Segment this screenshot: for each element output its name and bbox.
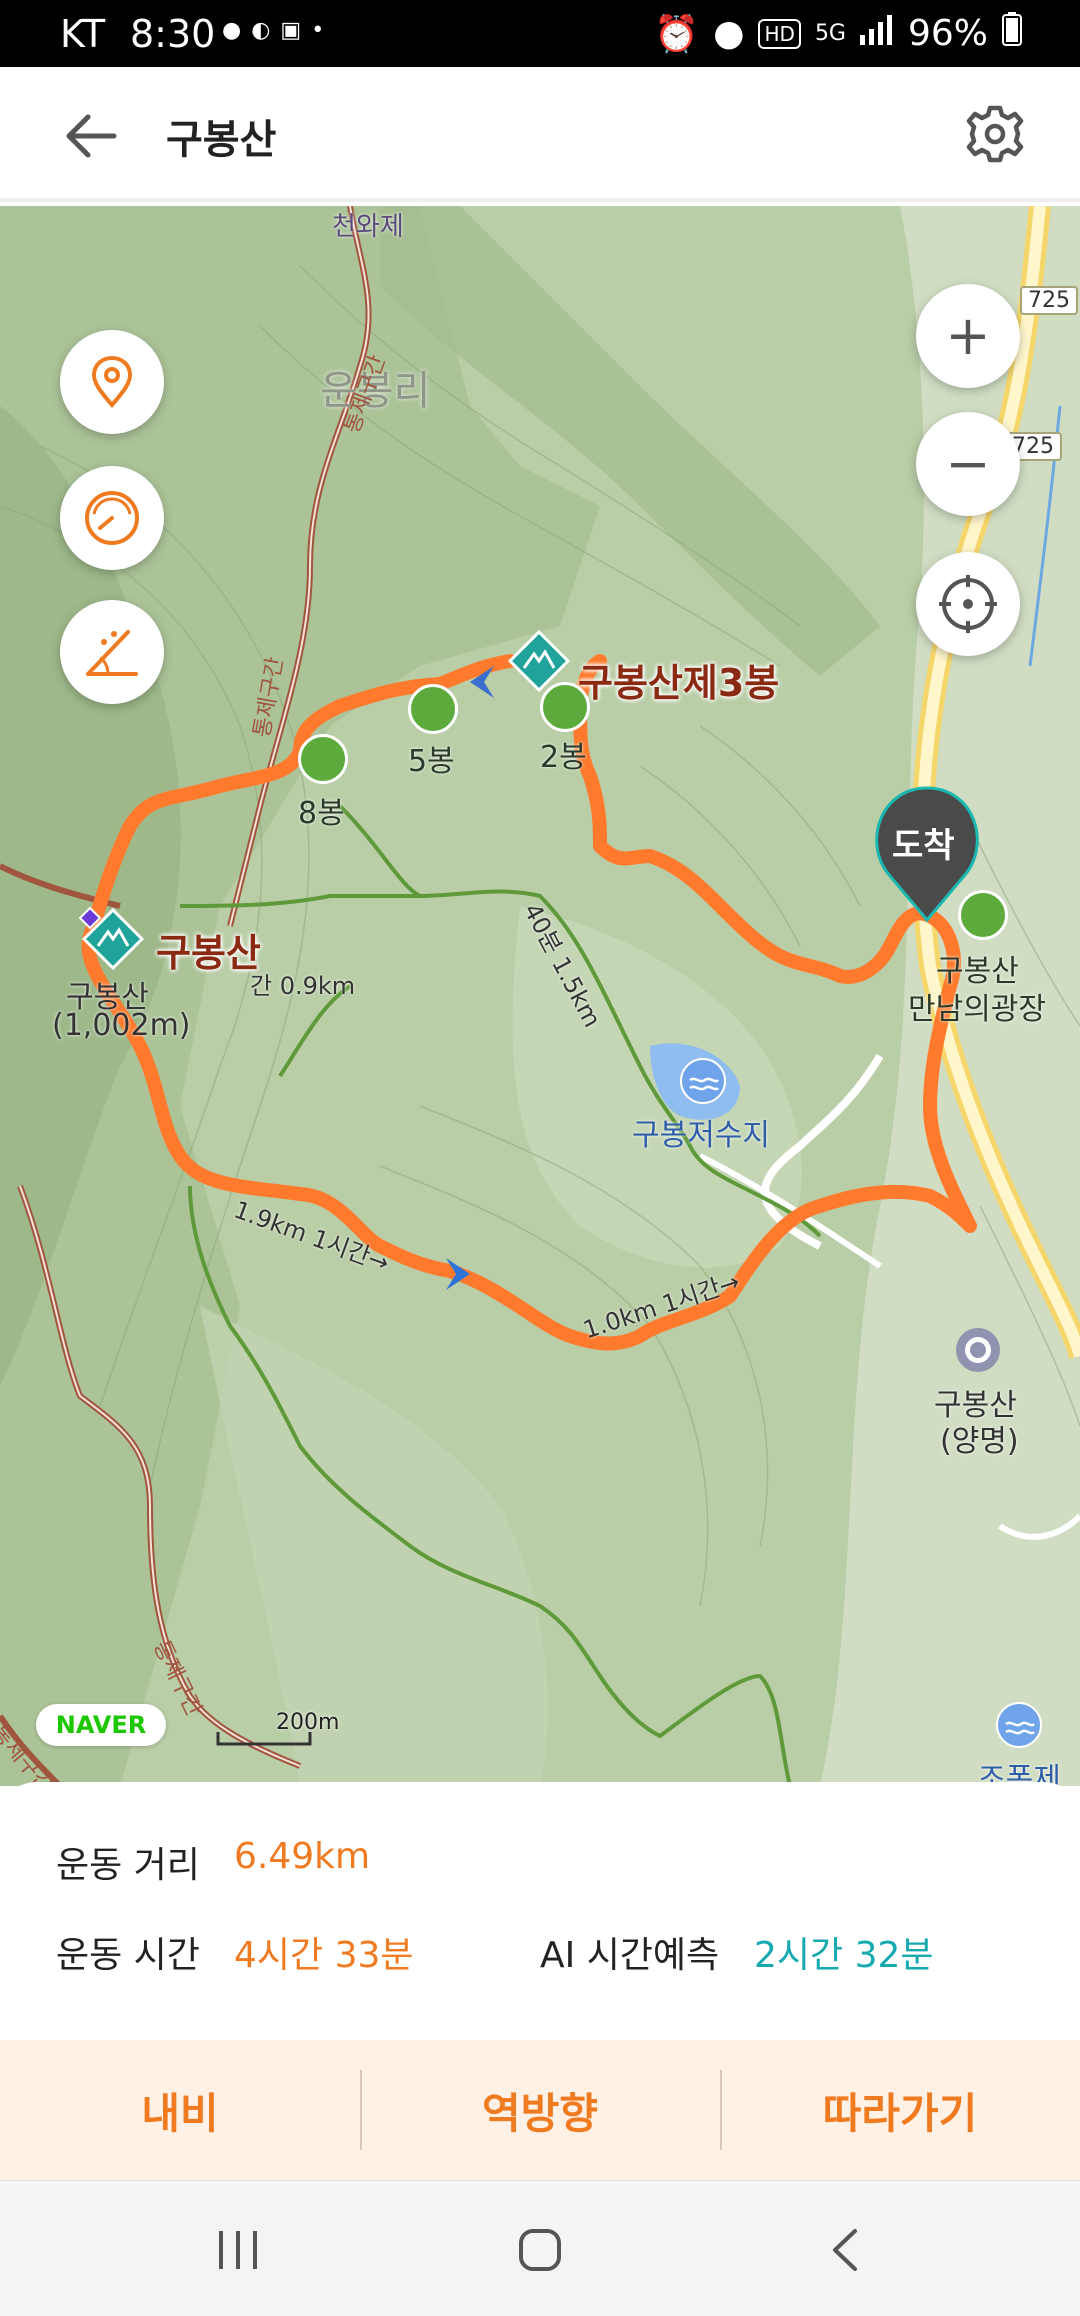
ai-estimate-value: 2시간 32분 [754,1935,934,1976]
water-icon [680,1058,726,1104]
duration-label: 운동 시간 [56,1935,200,1976]
direction-arrow-icon [470,666,494,698]
clock: 8:30 [130,12,216,56]
talk-icon: ● [222,18,242,43]
slope-button[interactable] [60,600,164,704]
recenter-button[interactable] [916,552,1020,656]
recent-apps-button[interactable] [198,2215,278,2285]
arrival-marker[interactable]: 도착 [870,784,984,924]
bus-stop-label: (양명) [940,1424,1019,1459]
action-bar: 내비 역방향 따라가기 [0,2040,1080,2180]
settings-button[interactable] [960,99,1030,169]
waypoint-marker [298,734,348,784]
follow-button[interactable]: 따라가기 [720,2040,1080,2180]
ai-estimate-label: AI 시간예측 [540,1935,720,1976]
notification-icons: ● ◐ ▣ • [222,14,324,48]
hd-badge: HD [758,18,801,49]
location-pin-icon [91,355,133,409]
status-bar: KT 8:30 ● ◐ ▣ • ⏰ ● HD 5G 96% [0,0,1080,67]
waypoint-label: 8봉 [298,796,345,831]
waypoint-marker [540,682,590,732]
carrier-label: KT [60,12,106,56]
peak-label: 구봉산 [156,931,261,975]
plus-icon: + [945,304,991,367]
battery-percent: 96% [907,13,988,54]
reverse-button[interactable]: 역방향 [360,2040,720,2180]
scale-label: 200m [276,1710,340,1735]
network-badge: 5G [814,21,846,46]
gear-icon [966,105,1024,163]
minus-icon: − [945,432,991,495]
arrival-label: 도착 [892,826,955,866]
distance-label: 운동 거리 [56,1845,200,1886]
waypoint-label: 5봉 [408,744,455,779]
zoom-out-button[interactable]: − [916,412,1020,516]
water-icon [996,1702,1042,1748]
crosshair-icon [939,575,997,633]
road-number: 725 [1020,286,1078,315]
alarm-icon: ⏰ [654,13,700,55]
slope-angle-icon [86,630,138,676]
home-button[interactable] [500,2215,580,2285]
system-nav-bar [0,2180,1080,2316]
battery-icon [1002,12,1022,55]
status-right: ⏰ ● HD 5G 96% [654,12,1022,55]
shoe-icon: ◐ [251,18,271,43]
naver-logo: NAVER [36,1704,166,1746]
plaza-label: 만남의광장 [908,992,1046,1027]
map-view[interactable]: 천와제 운봉리 통제구간 통제구간 통제구간 통제구간 구봉산제3봉 구봉산 구… [0,206,1080,1786]
app-header: 구봉산 [0,67,1080,202]
chevron-left-icon [833,2229,857,2271]
waypoint-marker [408,684,458,734]
summit-marker-icon [78,906,102,930]
arrow-left-icon [66,114,117,158]
waypoint-label: 2봉 [540,740,587,775]
peak-label: 구봉산제3봉 [578,661,780,705]
duration-value: 4시간 33분 [234,1935,414,1976]
peak-elevation: (1,002m) [52,1008,191,1043]
back-button[interactable] [56,101,126,171]
signal-icon [859,13,894,54]
navi-button[interactable]: 내비 [0,2040,360,2180]
current-location-button[interactable] [60,330,164,434]
location-icon: ● [713,13,745,54]
distance-value: 6.49km [234,1836,371,1877]
system-back-button[interactable] [806,2215,886,2285]
mail-icon: ▣ [280,18,302,43]
trail-time-label: 간 0.9km [250,972,356,1000]
bus-stop-icon [956,1328,1000,1372]
route-stats-panel: 운동 거리 6.49km 운동 시간 4시간 33분 AI 시간예측 2시간 3… [0,1782,1080,2040]
speed-button[interactable] [60,466,164,570]
page-title: 구봉산 [166,117,277,163]
temple-label: 천와제 [332,212,404,242]
recent-apps-icon [219,2231,257,2269]
reservoir-label: 구봉저수지 [632,1118,770,1153]
home-icon [519,2229,561,2271]
zoom-in-button[interactable]: + [916,284,1020,388]
direction-arrow-icon [446,1258,470,1290]
dot-icon: • [311,18,325,43]
speedometer-icon [85,491,139,545]
